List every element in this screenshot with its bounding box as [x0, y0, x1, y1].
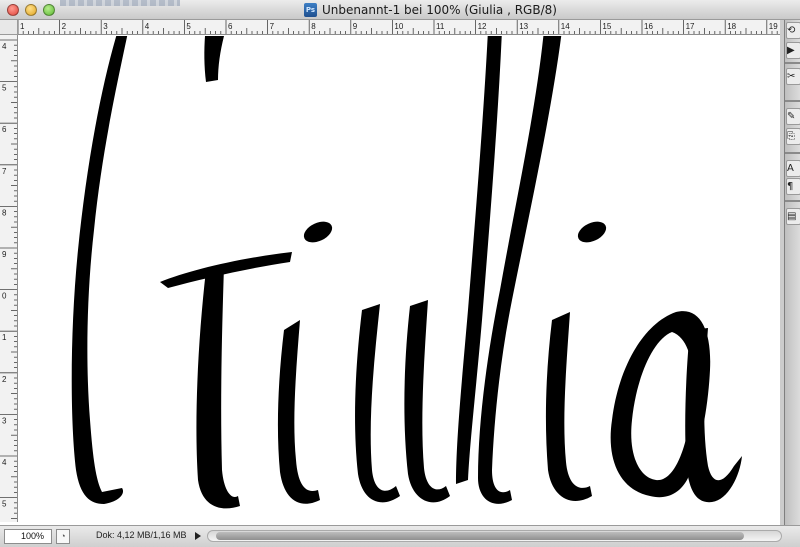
title-group: Ps Unbenannt-1 bei 100% (Giulia , RGB/8) [304, 2, 557, 18]
ruler-label: 6 [2, 125, 7, 134]
ruler-label: 5 [2, 84, 7, 93]
ruler-label: 6 [228, 22, 233, 31]
ruler-label: 5 [2, 500, 7, 509]
document-size-info: Dok: 4,12 MB/1,16 MB [96, 530, 187, 540]
letter-g-crossbar [160, 252, 292, 288]
ruler-label: 2 [62, 22, 67, 31]
ruler-label: 11 [436, 22, 445, 31]
ruler-label: 8 [311, 22, 316, 31]
ruler-label: 9 [2, 250, 7, 259]
vertical-ruler[interactable]: 4 5 6 7 8 9 0 1 2 3 4 5 [0, 35, 18, 522]
panel-separator [785, 200, 800, 202]
tools-preset-icon[interactable]: ✂ [786, 68, 800, 85]
brushes-icon[interactable]: ✎ [786, 108, 800, 125]
ruler-label: 19 [769, 22, 778, 31]
letter-a-tail [685, 328, 742, 503]
status-menu-arrow-icon[interactable] [195, 532, 201, 540]
letter-g-inner-stroke [196, 266, 240, 509]
ruler-label: 14 [561, 22, 570, 31]
ruler-label: 10 [394, 22, 403, 31]
collapsed-panel-dock: ⟲ ▶ ✂ ✎ ⎘ A ¶ ▤ [784, 20, 800, 525]
letter-i-dot [303, 221, 333, 243]
ruler-label: 3 [103, 22, 108, 31]
ruler-label: 4 [2, 458, 7, 467]
ruler-label: 17 [686, 22, 695, 31]
ruler-label: 7 [270, 22, 275, 31]
actions-icon[interactable]: ▶ [786, 42, 800, 59]
horizontal-scroll-thumb[interactable] [216, 532, 744, 540]
ruler-label: 2 [2, 375, 7, 384]
background-window-edge [60, 0, 180, 6]
letter-g-stem [71, 36, 128, 504]
panel-separator [785, 100, 800, 102]
ruler-origin-corner[interactable] [0, 20, 18, 35]
ruler-label: 12 [478, 22, 487, 31]
history-icon[interactable]: ⟲ [786, 22, 800, 39]
letter-i2-stem [545, 312, 592, 501]
ruler-label: 7 [2, 167, 7, 176]
clone-source-icon[interactable]: ⎘ [786, 128, 800, 145]
letter-i2-dot [577, 221, 607, 243]
panel-separator [785, 152, 800, 154]
paragraph-icon[interactable]: ¶ [786, 178, 800, 195]
photoshop-document-icon: Ps [304, 3, 317, 17]
layer-comps-icon[interactable]: ▤ [786, 208, 800, 225]
ruler-label: 18 [727, 22, 736, 31]
ruler-label: 8 [2, 208, 7, 217]
ruler-label: 9 [353, 22, 358, 31]
letter-g-top-curl [204, 36, 224, 82]
giulia-lettering-graphic [71, 36, 742, 509]
ruler-label: 16 [644, 22, 653, 31]
navigator-icon[interactable]: ◔ [56, 529, 70, 544]
ruler-label: 4 [2, 42, 7, 51]
zoom-window-button[interactable] [43, 4, 55, 16]
letter-u-right-stem [404, 300, 450, 503]
minimize-window-button[interactable] [25, 4, 37, 16]
letter-i-stem [277, 320, 320, 504]
ruler-label: 1 [20, 22, 25, 31]
letter-u-left-stem [355, 304, 400, 503]
ruler-label: 5 [186, 22, 191, 31]
horizontal-scrollbar[interactable] [207, 530, 782, 542]
ruler-label: 4 [145, 22, 150, 31]
window-title: Unbenannt-1 bei 100% (Giulia , RGB/8) [322, 3, 557, 17]
horizontal-ruler[interactable]: 1 2 3 4 5 6 7 8 9 10 11 12 13 14 15 16 17 18 19 [18, 20, 780, 35]
panel-separator [785, 62, 800, 64]
ruler-label: 0 [2, 292, 7, 301]
document-canvas[interactable] [19, 36, 780, 522]
close-window-button[interactable] [7, 4, 19, 16]
ruler-label: 1 [2, 333, 7, 342]
ruler-label: 13 [519, 22, 528, 31]
ruler-label: 3 [2, 416, 7, 425]
document-window: Ps Unbenannt-1 bei 100% (Giulia , RGB/8)… [0, 0, 800, 547]
status-bar: 100% ◔ Dok: 4,12 MB/1,16 MB [0, 525, 800, 547]
character-icon[interactable]: A [786, 160, 800, 177]
zoom-level-field[interactable]: 100% [4, 529, 52, 544]
ruler-label: 15 [602, 22, 611, 31]
title-bar[interactable]: Ps Unbenannt-1 bei 100% (Giulia , RGB/8) [0, 0, 800, 20]
